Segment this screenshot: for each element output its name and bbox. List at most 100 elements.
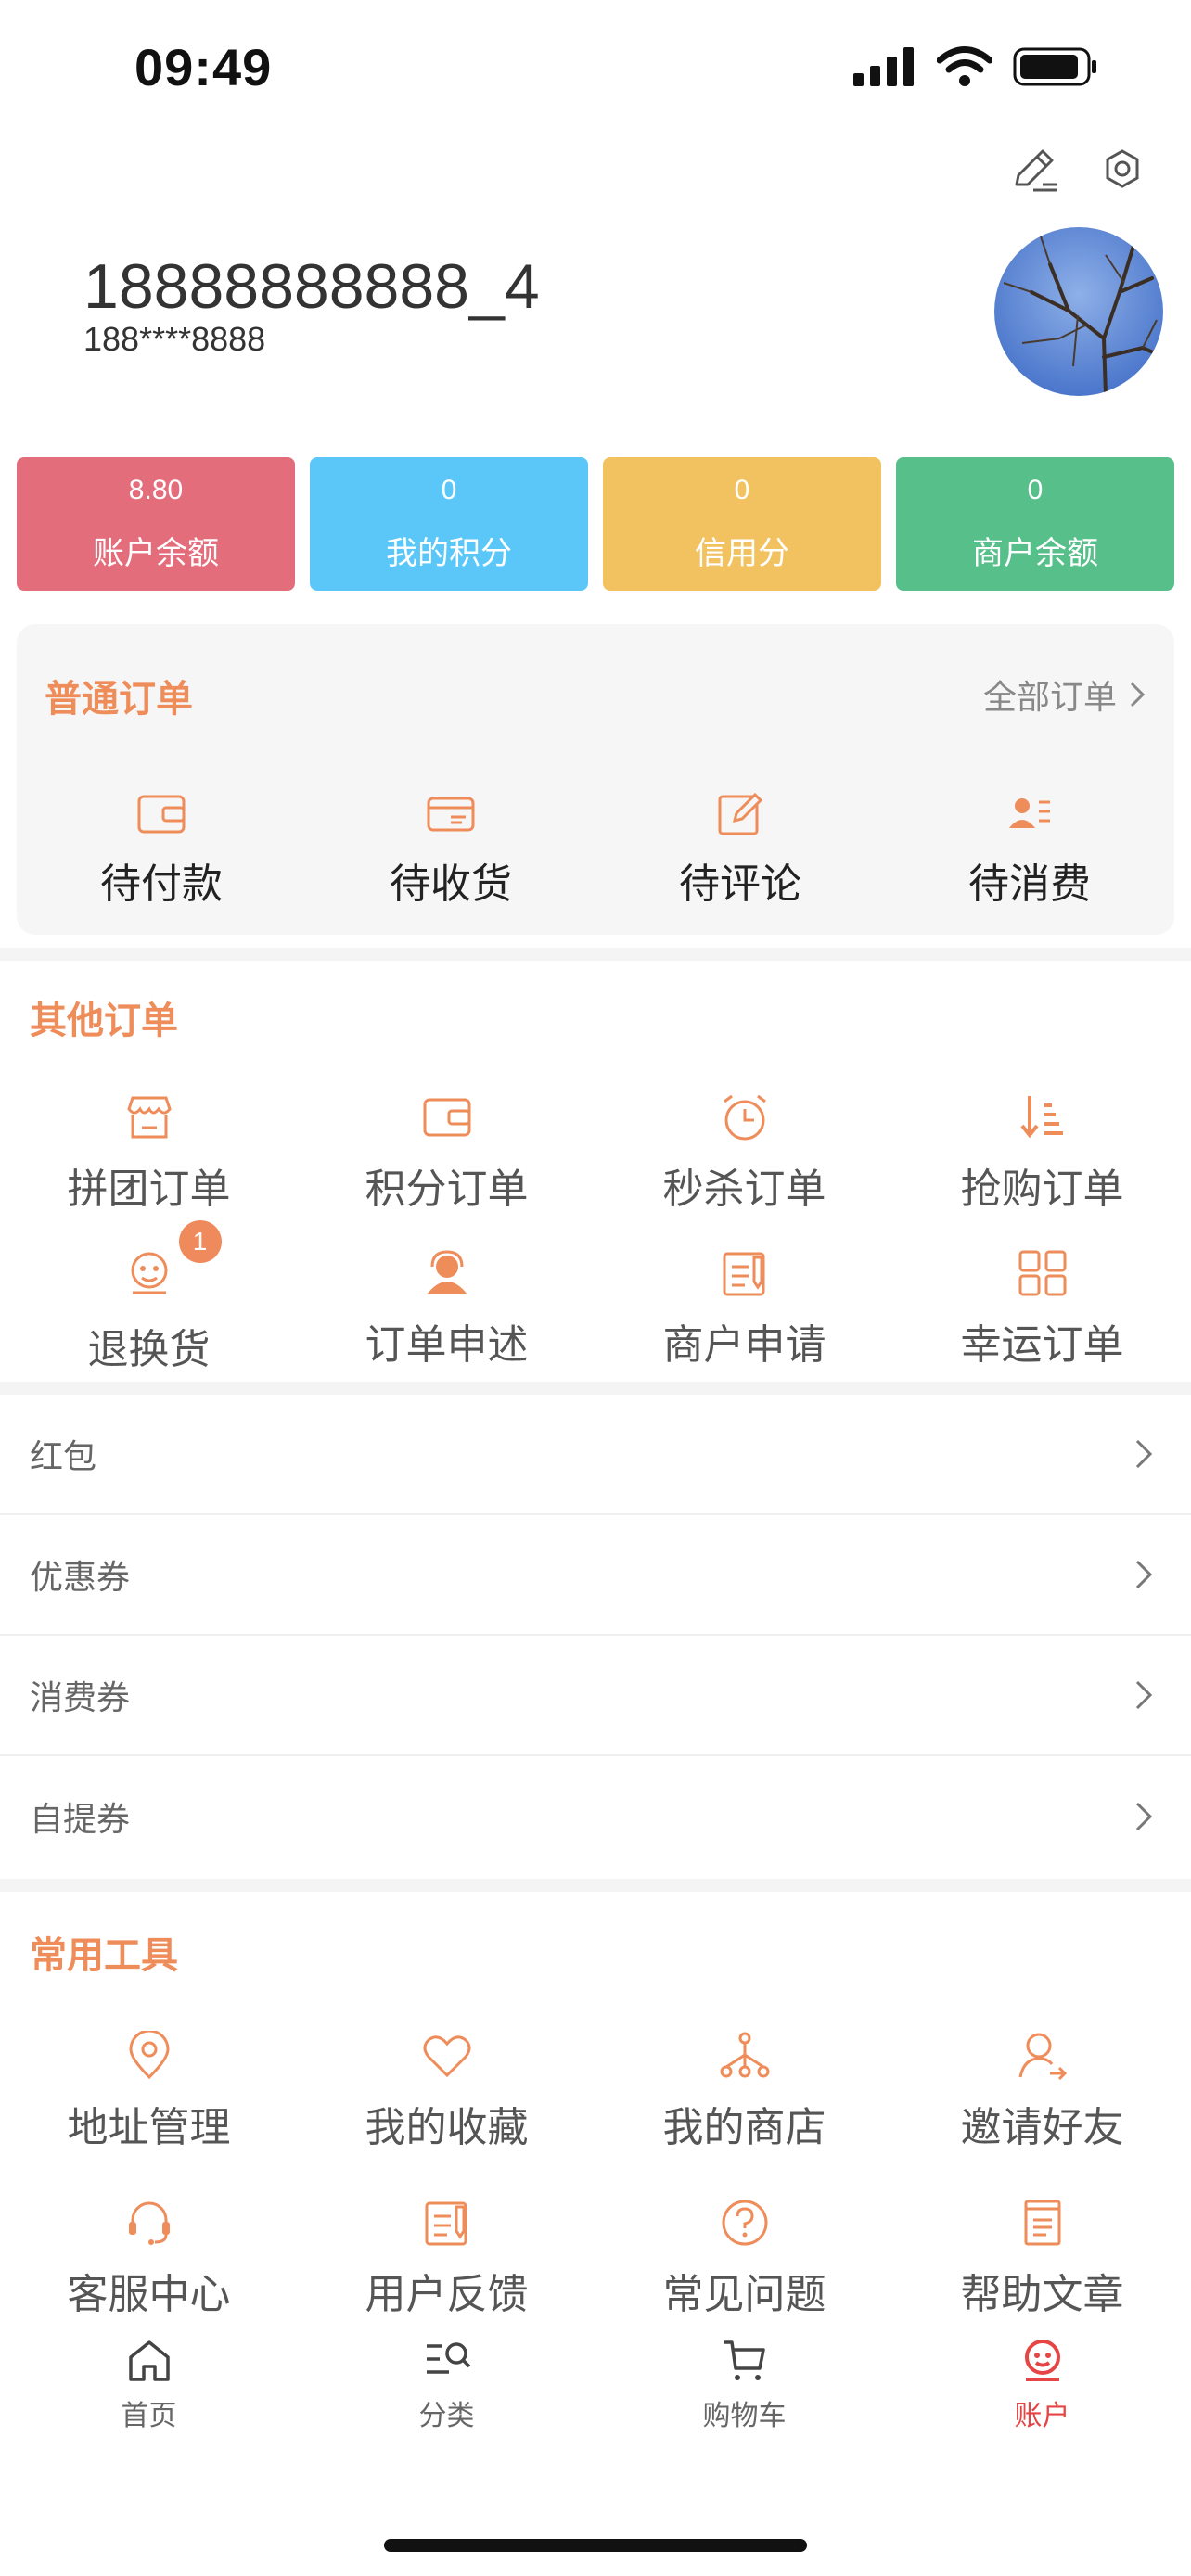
order-lucky[interactable]: 幸运订单 — [893, 1248, 1191, 1375]
order-label: 抢购订单 — [960, 1167, 1124, 1212]
stat-label: 商户余额 — [972, 536, 1098, 571]
edit-icon — [718, 792, 763, 835]
order-label: 退换货 — [87, 1327, 211, 1372]
regular-orders-card: 普通订单 全部订单 待付款 待收货 待评论 待消费 — [17, 624, 1174, 935]
tab-cart[interactable]: 购物车 — [596, 2337, 893, 2433]
divider — [0, 1382, 1191, 1395]
avatar[interactable] — [994, 227, 1163, 396]
order-returns[interactable]: 1 退换货 — [0, 1220, 298, 1375]
phone-number: 188****8888 — [83, 320, 266, 358]
order-points[interactable]: 积分订单 — [298, 1092, 596, 1215]
other-orders-title: 其他订单 — [30, 1001, 178, 1041]
tool-my-store[interactable]: 我的商店 — [596, 2031, 893, 2153]
heart-icon — [423, 2035, 470, 2078]
tools-row-2: 客服中心 用户反馈 常见问题 帮助文章 — [0, 2198, 1191, 2320]
chevron-right-icon — [1135, 1680, 1153, 1710]
tab-label: 分类 — [418, 2401, 475, 2431]
settings-icon[interactable] — [1100, 144, 1145, 196]
stat-value: 8.80 — [128, 475, 184, 505]
signal-icon — [853, 47, 914, 86]
form-icon — [723, 1252, 764, 1296]
list-row-label: 自提券 — [30, 1800, 131, 1838]
order-label: 幸运订单 — [960, 1322, 1124, 1368]
stat-merchant-balance[interactable]: 0 商户余额 — [896, 457, 1174, 591]
tool-invite[interactable]: 邀请好友 — [893, 2031, 1191, 2153]
tool-label: 用户反馈 — [365, 2272, 529, 2317]
tool-label: 邀请好友 — [960, 2105, 1124, 2150]
chevron-right-icon — [1130, 682, 1146, 708]
order-pending-consume[interactable]: 待消费 — [885, 791, 1174, 910]
stat-label: 账户余额 — [93, 536, 219, 571]
grid-icon — [1018, 1250, 1066, 1296]
tool-label: 我的商店 — [662, 2105, 826, 2150]
tool-help-articles[interactable]: 帮助文章 — [893, 2198, 1191, 2320]
wifi-icon — [937, 46, 992, 86]
account-icon — [1024, 2340, 1060, 2381]
order-pending-receipt[interactable]: 待收货 — [306, 791, 596, 910]
tool-feedback[interactable]: 用户反馈 — [298, 2198, 596, 2320]
divider — [0, 1879, 1191, 1892]
list-row-pickup[interactable]: 自提券 — [0, 1756, 1191, 1877]
tab-label: 账户 — [1014, 2401, 1070, 2431]
tool-faq[interactable]: 常见问题 — [596, 2198, 893, 2320]
chevron-right-icon — [1135, 1560, 1153, 1589]
order-label: 待消费 — [968, 861, 1091, 907]
category-search-icon — [426, 2342, 470, 2374]
order-label: 待评论 — [679, 861, 801, 907]
tab-label: 购物车 — [702, 2401, 787, 2431]
tool-label: 我的收藏 — [365, 2105, 529, 2150]
sort-desc-icon — [1019, 1096, 1063, 1139]
tool-label: 客服中心 — [67, 2272, 231, 2317]
other-orders-row-1: 拼团订单 积分订单 秒杀订单 抢购订单 — [0, 1092, 1191, 1215]
return-face-icon — [131, 1252, 167, 1294]
tool-label: 帮助文章 — [960, 2272, 1124, 2317]
stat-my-points[interactable]: 0 我的积分 — [310, 457, 588, 591]
edit-profile-icon[interactable] — [1009, 144, 1061, 196]
store-icon — [126, 1096, 172, 1139]
returns-icon-wrap: 1 — [123, 1220, 222, 1303]
merchant-application[interactable]: 商户申请 — [596, 1248, 893, 1375]
tab-account[interactable]: 账户 — [893, 2337, 1191, 2433]
card-icon — [427, 797, 475, 832]
tab-home[interactable]: 首页 — [0, 2337, 298, 2433]
list-row-label: 优惠券 — [30, 1558, 131, 1596]
tab-label: 首页 — [121, 2401, 177, 2431]
invite-user-icon — [1018, 2033, 1067, 2081]
order-label: 拼团订单 — [67, 1167, 231, 1212]
stat-value: 0 — [734, 475, 750, 505]
list-row-label: 消费券 — [30, 1678, 131, 1716]
tool-address[interactable]: 地址管理 — [0, 2031, 298, 2153]
tab-category[interactable]: 分类 — [298, 2337, 596, 2433]
status-time: 09:49 — [134, 38, 273, 96]
stat-account-balance[interactable]: 8.80 账户余额 — [17, 457, 295, 591]
bottom-tab-bar: 首页 分类 购物车 账户 — [0, 2337, 1191, 2433]
all-orders-label: 全部订单 — [982, 678, 1117, 716]
tool-label: 地址管理 — [67, 2105, 231, 2150]
all-orders-link[interactable]: 全部订单 — [983, 670, 1146, 719]
order-label: 商户申请 — [662, 1322, 826, 1368]
stat-label: 我的积分 — [386, 536, 512, 571]
order-group-buy[interactable]: 拼团订单 — [0, 1092, 298, 1215]
list-row-red-packet[interactable]: 红包 — [0, 1395, 1191, 1515]
list-row-coupon[interactable]: 优惠券 — [0, 1515, 1191, 1636]
alarm-clock-icon — [723, 1094, 766, 1141]
stat-credit-score[interactable]: 0 信用分 — [603, 457, 881, 591]
tools-title: 常用工具 — [30, 1935, 178, 1976]
order-appeal[interactable]: 订单申述 — [298, 1248, 596, 1375]
wallet-icon — [423, 1098, 470, 1137]
support-agent-icon — [426, 1250, 467, 1294]
order-rush-buy[interactable]: 抢购订单 — [893, 1092, 1191, 1215]
tool-favorites[interactable]: 我的收藏 — [298, 2031, 596, 2153]
order-pending-review[interactable]: 待评论 — [596, 791, 885, 910]
stat-value: 0 — [441, 475, 457, 505]
order-label: 待付款 — [100, 861, 223, 907]
order-label: 积分订单 — [365, 1167, 529, 1212]
tool-customer-service[interactable]: 客服中心 — [0, 2198, 298, 2320]
status-icons — [853, 46, 1098, 87]
cart-icon — [724, 2340, 765, 2380]
list-row-voucher[interactable]: 消费券 — [0, 1636, 1191, 1756]
stat-label: 信用分 — [695, 536, 789, 571]
order-pending-payment[interactable]: 待付款 — [17, 791, 306, 910]
order-flash-sale[interactable]: 秒杀订单 — [596, 1092, 893, 1215]
order-label: 订单申述 — [365, 1322, 529, 1368]
